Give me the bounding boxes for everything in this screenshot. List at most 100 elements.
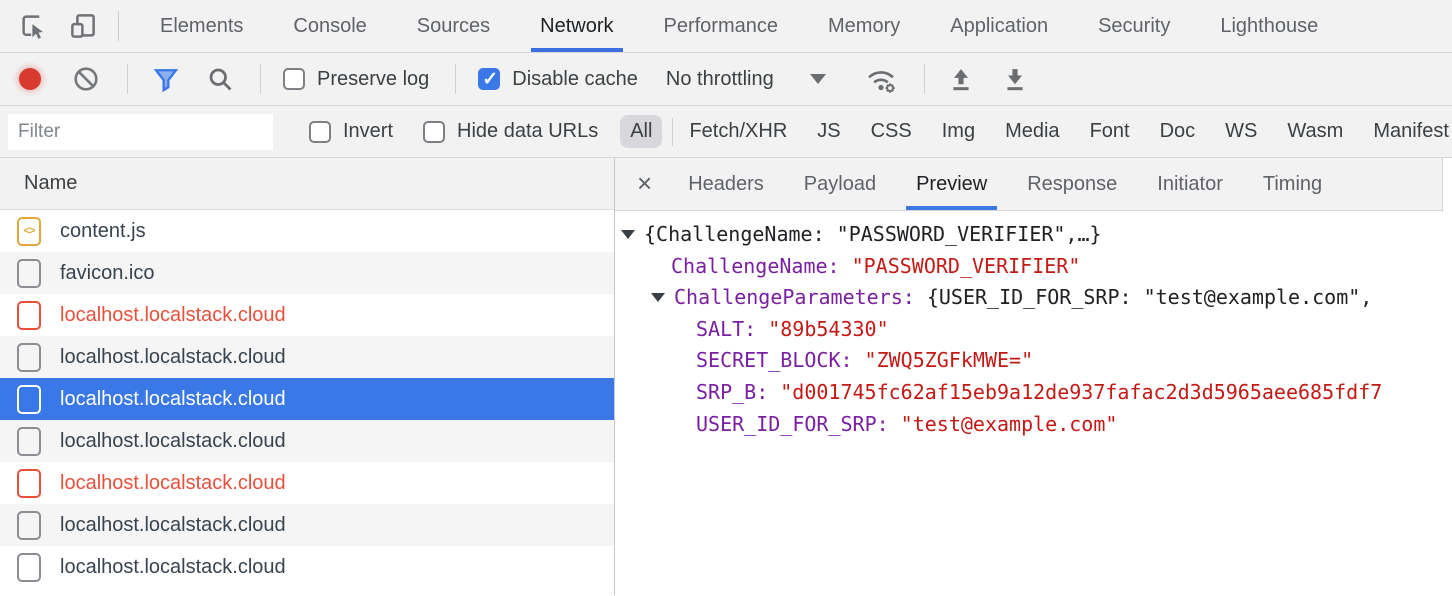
tab-memory[interactable]: Memory	[803, 0, 925, 52]
export-har-icon[interactable]	[1001, 65, 1029, 93]
document-icon	[17, 553, 41, 582]
tab-performance[interactable]: Performance	[639, 0, 804, 52]
divider	[672, 118, 673, 146]
request-name: localhost.localstack.cloud	[60, 556, 286, 579]
request-name: localhost.localstack.cloud	[60, 472, 286, 495]
hide-data-urls-label: Hide data URLs	[457, 120, 598, 143]
request-name: content.js	[60, 220, 146, 243]
json-root-node[interactable]: {ChallengeName: "PASSWORD_VERIFIER",…}	[615, 219, 1452, 251]
json-property: SALT:"89b54330"	[615, 314, 1452, 346]
invert-filter-label: Invert	[343, 120, 393, 143]
document-icon	[17, 259, 41, 288]
tab-lighthouse[interactable]: Lighthouse	[1195, 0, 1343, 52]
throttling-value: No throttling	[666, 68, 774, 91]
table-row[interactable]: localhost.localstack.cloud	[0, 462, 614, 504]
tab-console[interactable]: Console	[268, 0, 391, 52]
table-row[interactable]: localhost.localstack.cloud	[0, 546, 614, 588]
json-property: SRP_B:"d001745fc62af15eb9a12de937fafac2d…	[615, 377, 1452, 409]
network-filter-bar: Invert Hide data URLs All Fetch/XHR JS C…	[0, 106, 1452, 158]
document-icon	[17, 511, 41, 540]
divider	[127, 64, 128, 94]
divider	[924, 64, 925, 94]
chevron-down-icon	[810, 74, 826, 84]
disable-cache-checkbox[interactable]	[478, 68, 500, 90]
table-row[interactable]: favicon.ico	[0, 252, 614, 294]
type-filter-font[interactable]: Font	[1082, 116, 1138, 147]
detail-tab-bar: × Headers Payload Preview Response Initi…	[615, 158, 1452, 211]
document-icon	[17, 301, 41, 330]
type-filter-wasm[interactable]: Wasm	[1279, 116, 1351, 147]
expand-triangle-icon[interactable]	[621, 230, 635, 239]
tab-application[interactable]: Application	[925, 0, 1073, 52]
table-row[interactable]: localhost.localstack.cloud	[0, 504, 614, 546]
name-column-header[interactable]: Name	[0, 158, 614, 210]
invert-filter-checkbox[interactable]	[309, 121, 331, 143]
request-name: favicon.ico	[60, 262, 155, 285]
request-detail-panel: × Headers Payload Preview Response Initi…	[615, 158, 1452, 595]
hide-data-urls-checkbox[interactable]	[423, 121, 445, 143]
search-icon[interactable]	[206, 65, 234, 93]
import-har-icon[interactable]	[947, 65, 975, 93]
tab-network[interactable]: Network	[515, 0, 638, 52]
table-row[interactable]: localhost.localstack.cloud	[0, 294, 614, 336]
type-filter-media[interactable]: Media	[997, 116, 1067, 147]
request-list-panel: Name content.js favicon.ico localhost.lo…	[0, 158, 615, 595]
type-filter-manifest[interactable]: Manifest	[1365, 116, 1452, 147]
json-property: ChallengeName:"PASSWORD_VERIFIER"	[615, 251, 1452, 283]
json-preview-tree: {ChallengeName: "PASSWORD_VERIFIER",…} C…	[615, 211, 1452, 440]
json-property: USER_ID_FOR_SRP:"test@example.com"	[615, 409, 1452, 441]
clear-network-log-icon[interactable]	[73, 66, 99, 92]
json-property: SECRET_BLOCK:"ZWQ5ZGFkMWE="	[615, 345, 1452, 377]
filter-icon[interactable]	[152, 65, 180, 93]
table-row[interactable]: content.js	[0, 210, 614, 252]
tab-elements[interactable]: Elements	[135, 0, 268, 52]
type-filter-css[interactable]: CSS	[863, 116, 920, 147]
request-name: localhost.localstack.cloud	[60, 388, 286, 411]
panel-tabs: Elements Console Sources Network Perform…	[135, 0, 1343, 52]
tab-headers[interactable]: Headers	[668, 158, 784, 210]
device-toolbar-icon[interactable]	[68, 11, 98, 41]
type-filter-js[interactable]: JS	[809, 116, 848, 147]
preserve-log-label: Preserve log	[317, 68, 429, 91]
json-object-node[interactable]: ChallengeParameters:{USER_ID_FOR_SRP: "t…	[615, 282, 1452, 314]
record-network-log-icon[interactable]	[19, 68, 41, 90]
document-icon	[17, 343, 41, 372]
tab-security[interactable]: Security	[1073, 0, 1195, 52]
table-row-selected[interactable]: localhost.localstack.cloud	[0, 378, 614, 420]
type-filter-ws[interactable]: WS	[1217, 116, 1265, 147]
network-toolbar: Preserve log Disable cache No throttling	[0, 53, 1452, 106]
request-name: localhost.localstack.cloud	[60, 304, 286, 327]
document-icon	[17, 427, 41, 456]
tab-payload[interactable]: Payload	[784, 158, 896, 210]
network-conditions-icon[interactable]	[864, 64, 898, 94]
close-icon[interactable]: ×	[637, 168, 652, 199]
type-filter-img[interactable]: Img	[934, 116, 983, 147]
script-icon	[17, 217, 41, 246]
inspect-element-icon[interactable]	[18, 11, 48, 41]
tab-preview[interactable]: Preview	[896, 158, 1007, 210]
tab-initiator[interactable]: Initiator	[1137, 158, 1243, 210]
scrollbar-gutter	[1442, 158, 1452, 212]
type-filter-all[interactable]: All	[620, 115, 662, 148]
throttling-dropdown[interactable]: No throttling	[666, 68, 826, 91]
expand-triangle-icon[interactable]	[651, 293, 665, 302]
tab-timing[interactable]: Timing	[1243, 158, 1342, 210]
disable-cache-label: Disable cache	[512, 68, 638, 91]
document-icon	[17, 469, 41, 498]
request-name: localhost.localstack.cloud	[60, 514, 286, 537]
divider	[260, 64, 261, 94]
table-row[interactable]: localhost.localstack.cloud	[0, 420, 614, 462]
tab-sources[interactable]: Sources	[392, 0, 515, 52]
table-row[interactable]: localhost.localstack.cloud	[0, 336, 614, 378]
filter-input[interactable]	[8, 114, 273, 150]
divider	[455, 64, 456, 94]
preserve-log-checkbox[interactable]	[283, 68, 305, 90]
devtools-tab-bar: Elements Console Sources Network Perform…	[0, 0, 1452, 53]
request-type-filters: All Fetch/XHR JS CSS Img Media Font Doc …	[620, 115, 1452, 148]
request-name: localhost.localstack.cloud	[60, 430, 286, 453]
type-filter-fetch-xhr[interactable]: Fetch/XHR	[681, 116, 795, 147]
request-name: localhost.localstack.cloud	[60, 346, 286, 369]
type-filter-doc[interactable]: Doc	[1152, 116, 1204, 147]
tab-response[interactable]: Response	[1007, 158, 1137, 210]
document-icon	[17, 385, 41, 414]
